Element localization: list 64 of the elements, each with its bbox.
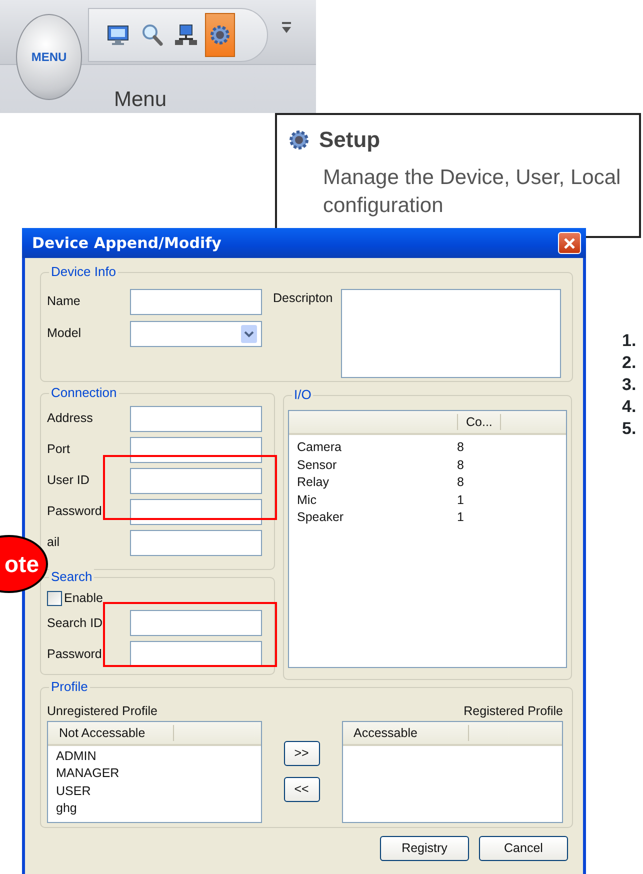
step-number: 3. [622,374,636,396]
list-item[interactable]: USER [56,782,261,800]
gear-icon [287,128,311,152]
text-field[interactable] [130,641,262,668]
field-label: Model [47,325,82,342]
item-count: 8 [457,474,464,491]
list-item: Camera [297,439,342,456]
text-field[interactable] [130,498,262,524]
field-label: Address [47,410,94,428]
field-label: Descripton [273,290,333,307]
gear-icon [208,23,232,47]
step-number: 5. [622,418,636,440]
text-field[interactable] [130,530,262,556]
dialog-button[interactable]: Registry [380,836,469,861]
checkbox[interactable] [47,590,62,606]
list-item: Sensor [297,456,338,474]
list-caption: Registered Profile [464,703,563,720]
list-item[interactable]: ADMIN [56,748,261,766]
window-title: Device Append/Modify [32,232,222,254]
monitor-icon [106,23,130,47]
dialog-button[interactable]: Cancel [479,836,568,861]
tooltip-description: Manage the Device, User, Local configuration [323,165,622,220]
move-button[interactable]: >> [284,740,320,766]
field-label: Search ID [47,614,104,632]
list-item: Speaker [297,509,345,526]
step-number: 2. [622,352,636,374]
move-button[interactable]: << [284,776,320,802]
list-item: Relay [297,474,330,491]
field-label: Port [47,441,71,458]
column-header[interactable]: Co... [457,414,502,430]
description-field[interactable] [340,289,561,378]
text-field[interactable] [130,406,262,432]
field-label: Password [47,503,103,520]
list-item: Mic [297,492,318,508]
toolbar-caption: Menu [114,87,167,113]
network-icon [174,23,198,47]
list-item[interactable]: ghg [56,800,261,818]
gear-button[interactable] [205,13,235,57]
field-label: ail [47,534,61,552]
list-caption: Unregistered Profile [47,703,158,720]
step-number: 1. [622,330,636,352]
field-label: Password [47,646,103,663]
close-icon [564,238,575,248]
item-count: 8 [457,439,464,456]
text-field[interactable] [130,610,262,636]
dropdown-arrow-icon [282,22,291,34]
name-field[interactable] [130,288,262,314]
step-number: 4. [622,396,636,418]
column-header[interactable]: Accessable [346,724,469,741]
tooltip-title: Setup [319,126,380,154]
column-header[interactable]: Not Accessable [51,724,174,741]
field-label: Name [47,293,82,310]
model-dropdown[interactable] [130,320,262,346]
item-count: 1 [457,492,464,508]
list-item[interactable]: MANAGER [56,765,261,783]
close-button[interactable] [558,232,581,254]
chevron-down-icon [241,324,257,342]
text-field[interactable] [130,468,262,494]
checkbox-label: Enable [64,590,103,607]
item-count: 1 [457,509,464,526]
search-icon [140,23,164,47]
item-count: 8 [457,456,464,474]
text-field[interactable] [130,436,262,462]
field-label: User ID [47,472,90,490]
